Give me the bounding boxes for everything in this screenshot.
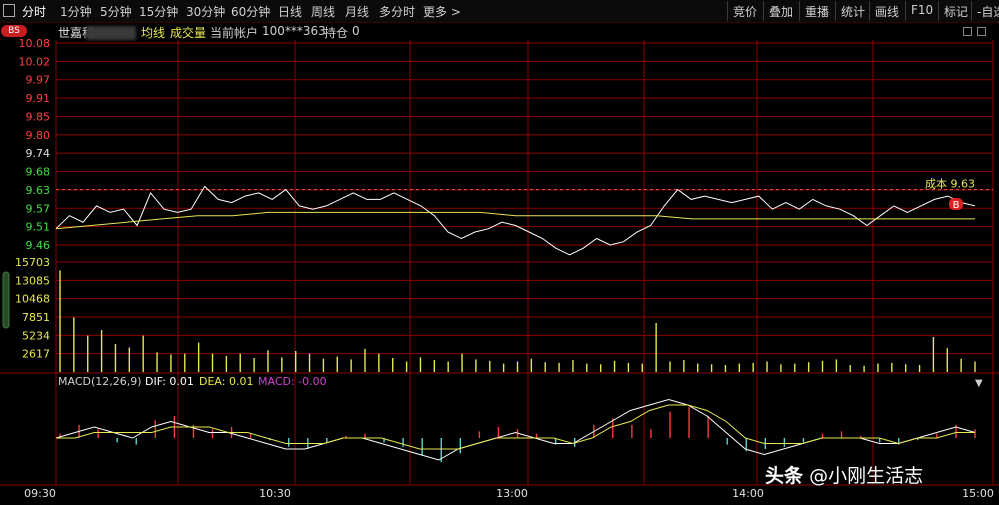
dea-label: DEA: 0.01 xyxy=(199,375,254,388)
price-tick-label: 9.74 xyxy=(26,147,51,160)
time-tick-label: 15:00 xyxy=(962,487,994,500)
price-tick-label: 9.68 xyxy=(26,166,51,179)
watermark: 头条 @小刚生活志 xyxy=(765,461,923,488)
volume-tick-label: 13085 xyxy=(15,274,50,287)
macd-title: MACD(12,26,9) xyxy=(58,375,142,388)
watermark-handle: @小刚生活志 xyxy=(809,465,924,487)
time-tick-label: 10:30 xyxy=(259,487,291,500)
volume-tick-label: 10468 xyxy=(15,293,50,306)
dif-label: DIF: 0.01 xyxy=(145,375,194,388)
volume-tick-label: 7851 xyxy=(22,311,50,324)
time-tick-label: 13:00 xyxy=(496,487,528,500)
trade-marker: B xyxy=(953,200,960,211)
dea-line xyxy=(56,404,975,450)
price-tick-label: 9.63 xyxy=(26,184,51,197)
price-tick-label: 9.57 xyxy=(26,202,51,215)
volume-tick-label: 5234 xyxy=(22,329,50,342)
volume-tick-label: 2617 xyxy=(22,348,50,361)
price-tick-label: 10.08 xyxy=(19,37,51,50)
price-tick-label: 9.91 xyxy=(26,92,51,105)
macd-menu-icon: ▼ xyxy=(975,378,983,389)
time-tick-label: 09:30 xyxy=(24,487,56,500)
timeshare-chart: 10.08 10.02 9.97 9.91 9.85 9.80 9.74 9.68 9.63 9.… xyxy=(0,37,999,500)
price-tick-label: 9.85 xyxy=(26,110,51,123)
macd-value-label: MACD: -0.00 xyxy=(258,375,327,388)
price-tick-label: 9.46 xyxy=(26,239,51,252)
price-tick-label: 10.02 xyxy=(19,55,51,68)
left-scrollbar xyxy=(2,271,10,329)
time-tick-label: 14:00 xyxy=(732,487,764,500)
cost-label: 成本 9.63 xyxy=(925,177,975,191)
price-tick-label: 9.97 xyxy=(26,74,51,87)
watermark-prefix: 头条 xyxy=(765,465,804,487)
price-tick-label: 9.80 xyxy=(26,129,51,142)
volume-tick-label: 15703 xyxy=(15,256,50,269)
price-tick-label: 9.51 xyxy=(26,221,51,234)
